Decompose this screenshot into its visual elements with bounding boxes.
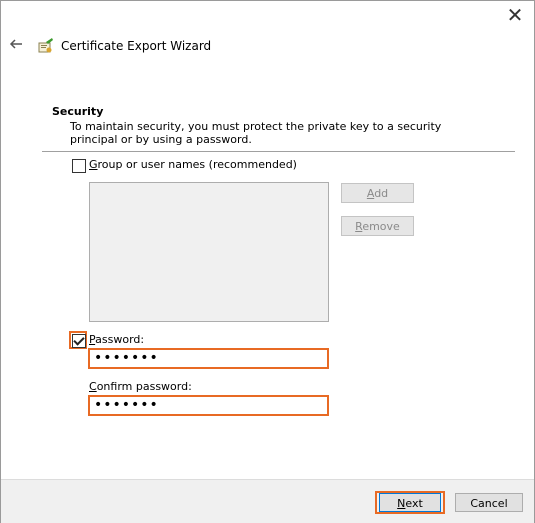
section-description: To maintain security, you must protect t…	[70, 120, 442, 146]
confirm-password-label: Confirm password:	[89, 380, 192, 393]
certificate-icon	[37, 37, 55, 55]
password-label: Password:	[89, 333, 145, 346]
back-arrow-icon[interactable]	[9, 37, 25, 53]
wizard-title: Certificate Export Wizard	[61, 39, 212, 53]
password-checkbox[interactable]	[72, 334, 86, 348]
add-button[interactable]: Add	[341, 183, 414, 203]
section-title: Security	[52, 105, 104, 118]
wizard-footer: Next Cancel	[1, 479, 534, 523]
next-button[interactable]: Next	[379, 493, 441, 512]
remove-button[interactable]: Remove	[341, 216, 414, 236]
password-field[interactable]: •••••••	[88, 348, 329, 369]
close-icon[interactable]: ✕	[504, 5, 526, 27]
cancel-button[interactable]: Cancel	[455, 493, 523, 512]
wizard-window: ✕ Certificate Export Wizard Security To …	[0, 0, 535, 523]
group-user-checkbox[interactable]	[72, 159, 86, 173]
header-divider	[42, 151, 515, 152]
principal-listbox[interactable]	[89, 182, 329, 322]
group-user-label[interactable]: Group or user names (recommended)	[89, 158, 297, 171]
confirm-password-field[interactable]: •••••••	[88, 395, 329, 416]
